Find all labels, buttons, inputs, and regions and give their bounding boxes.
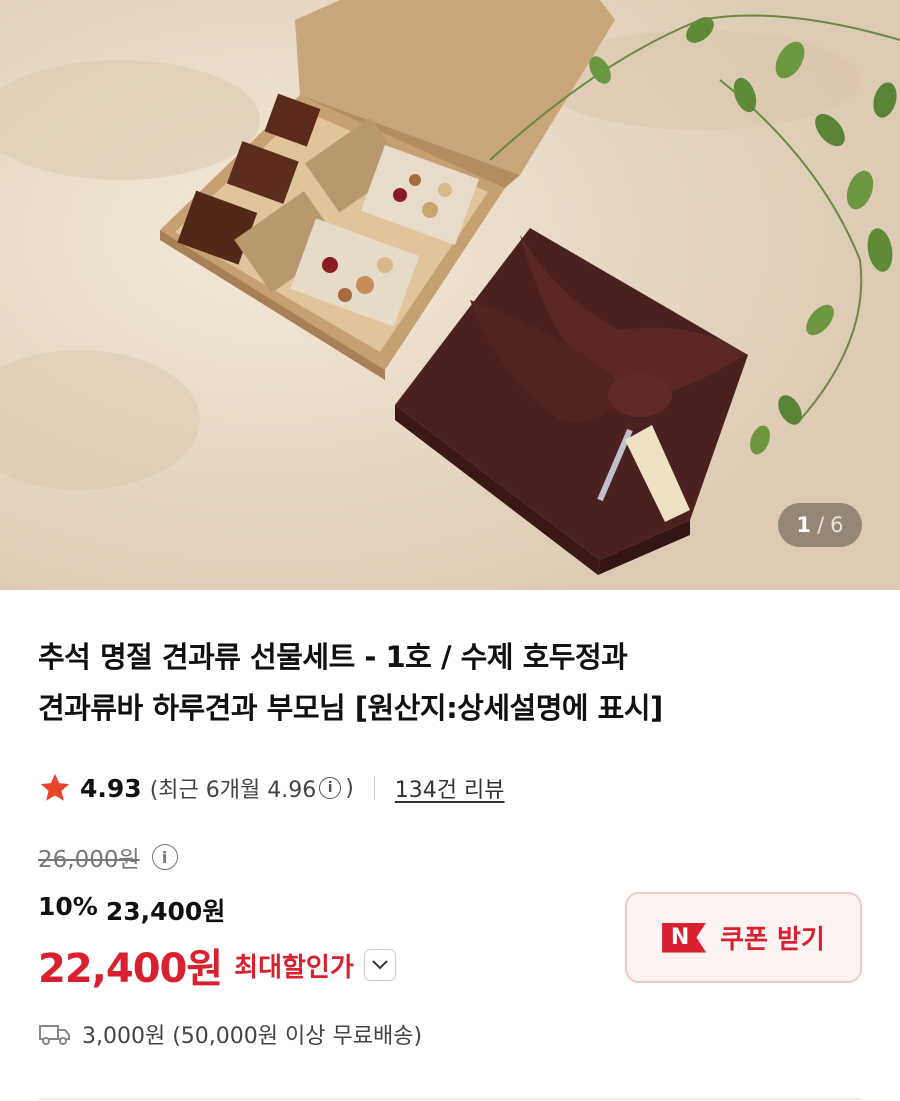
product-title: 추석 명절 견과류 선물세트 - 1호 / 수제 호두정과 견과류바 하루견과 … [38,632,858,734]
recent-rating: (최근 6개월 4.96 i ) [150,772,354,804]
truck-icon [39,1025,70,1045]
product-image[interactable]: 1 / 6 [0,0,900,590]
reviews-link[interactable]: 134건 리뷰 [395,772,505,804]
star-icon [40,773,70,801]
original-price: 26,000원 [38,847,140,873]
shipping-fee: 3,000원 (50,000원 이상 무료배송) [82,1024,423,1049]
discount-row: 10% 23,400원 [38,892,225,928]
gift-set-photo [0,0,900,590]
final-price-label: 최대할인가 [234,952,354,983]
final-price: 22,400원 [38,946,223,992]
section-divider [38,1098,862,1100]
image-counter-total: 6 [830,513,844,537]
shipping-row: 3,000원 (50,000원 이상 무료배송) [38,1018,422,1050]
discounted-price: 23,400원 [105,897,226,926]
product-title-line-2: 견과류바 하루견과 부모님 [원산지:상세설명에 표시] [38,691,663,725]
product-title-line-1: 추석 명절 견과류 선물세트 - 1호 / 수제 호두정과 [38,640,628,674]
original-price-row: 26,000원 i [38,840,182,874]
coupon-button-label: 쿠폰 받기 [720,925,825,955]
image-counter-separator: / [817,513,825,537]
naver-n-icon: N [662,922,707,953]
final-price-row: 22,400원 최대할인가 [38,936,396,994]
info-icon[interactable]: i [319,777,342,799]
recent-rating-text: (최근 6개월 4.96 [149,778,317,803]
image-counter-current: 1 [796,513,812,537]
price-info-icon[interactable]: i [151,844,178,870]
image-counter: 1 / 6 [778,503,862,547]
recent-rating-close: ) [345,775,354,801]
rating-score: 4.93 [80,773,142,803]
discount-rate: 10% [38,892,98,921]
chevron-down-icon[interactable] [363,949,396,981]
rating-row: 4.93 (최근 6개월 4.96 i ) 134건 리뷰 [38,768,505,808]
coupon-button[interactable]: N 쿠폰 받기 [625,892,862,983]
divider [373,776,375,800]
